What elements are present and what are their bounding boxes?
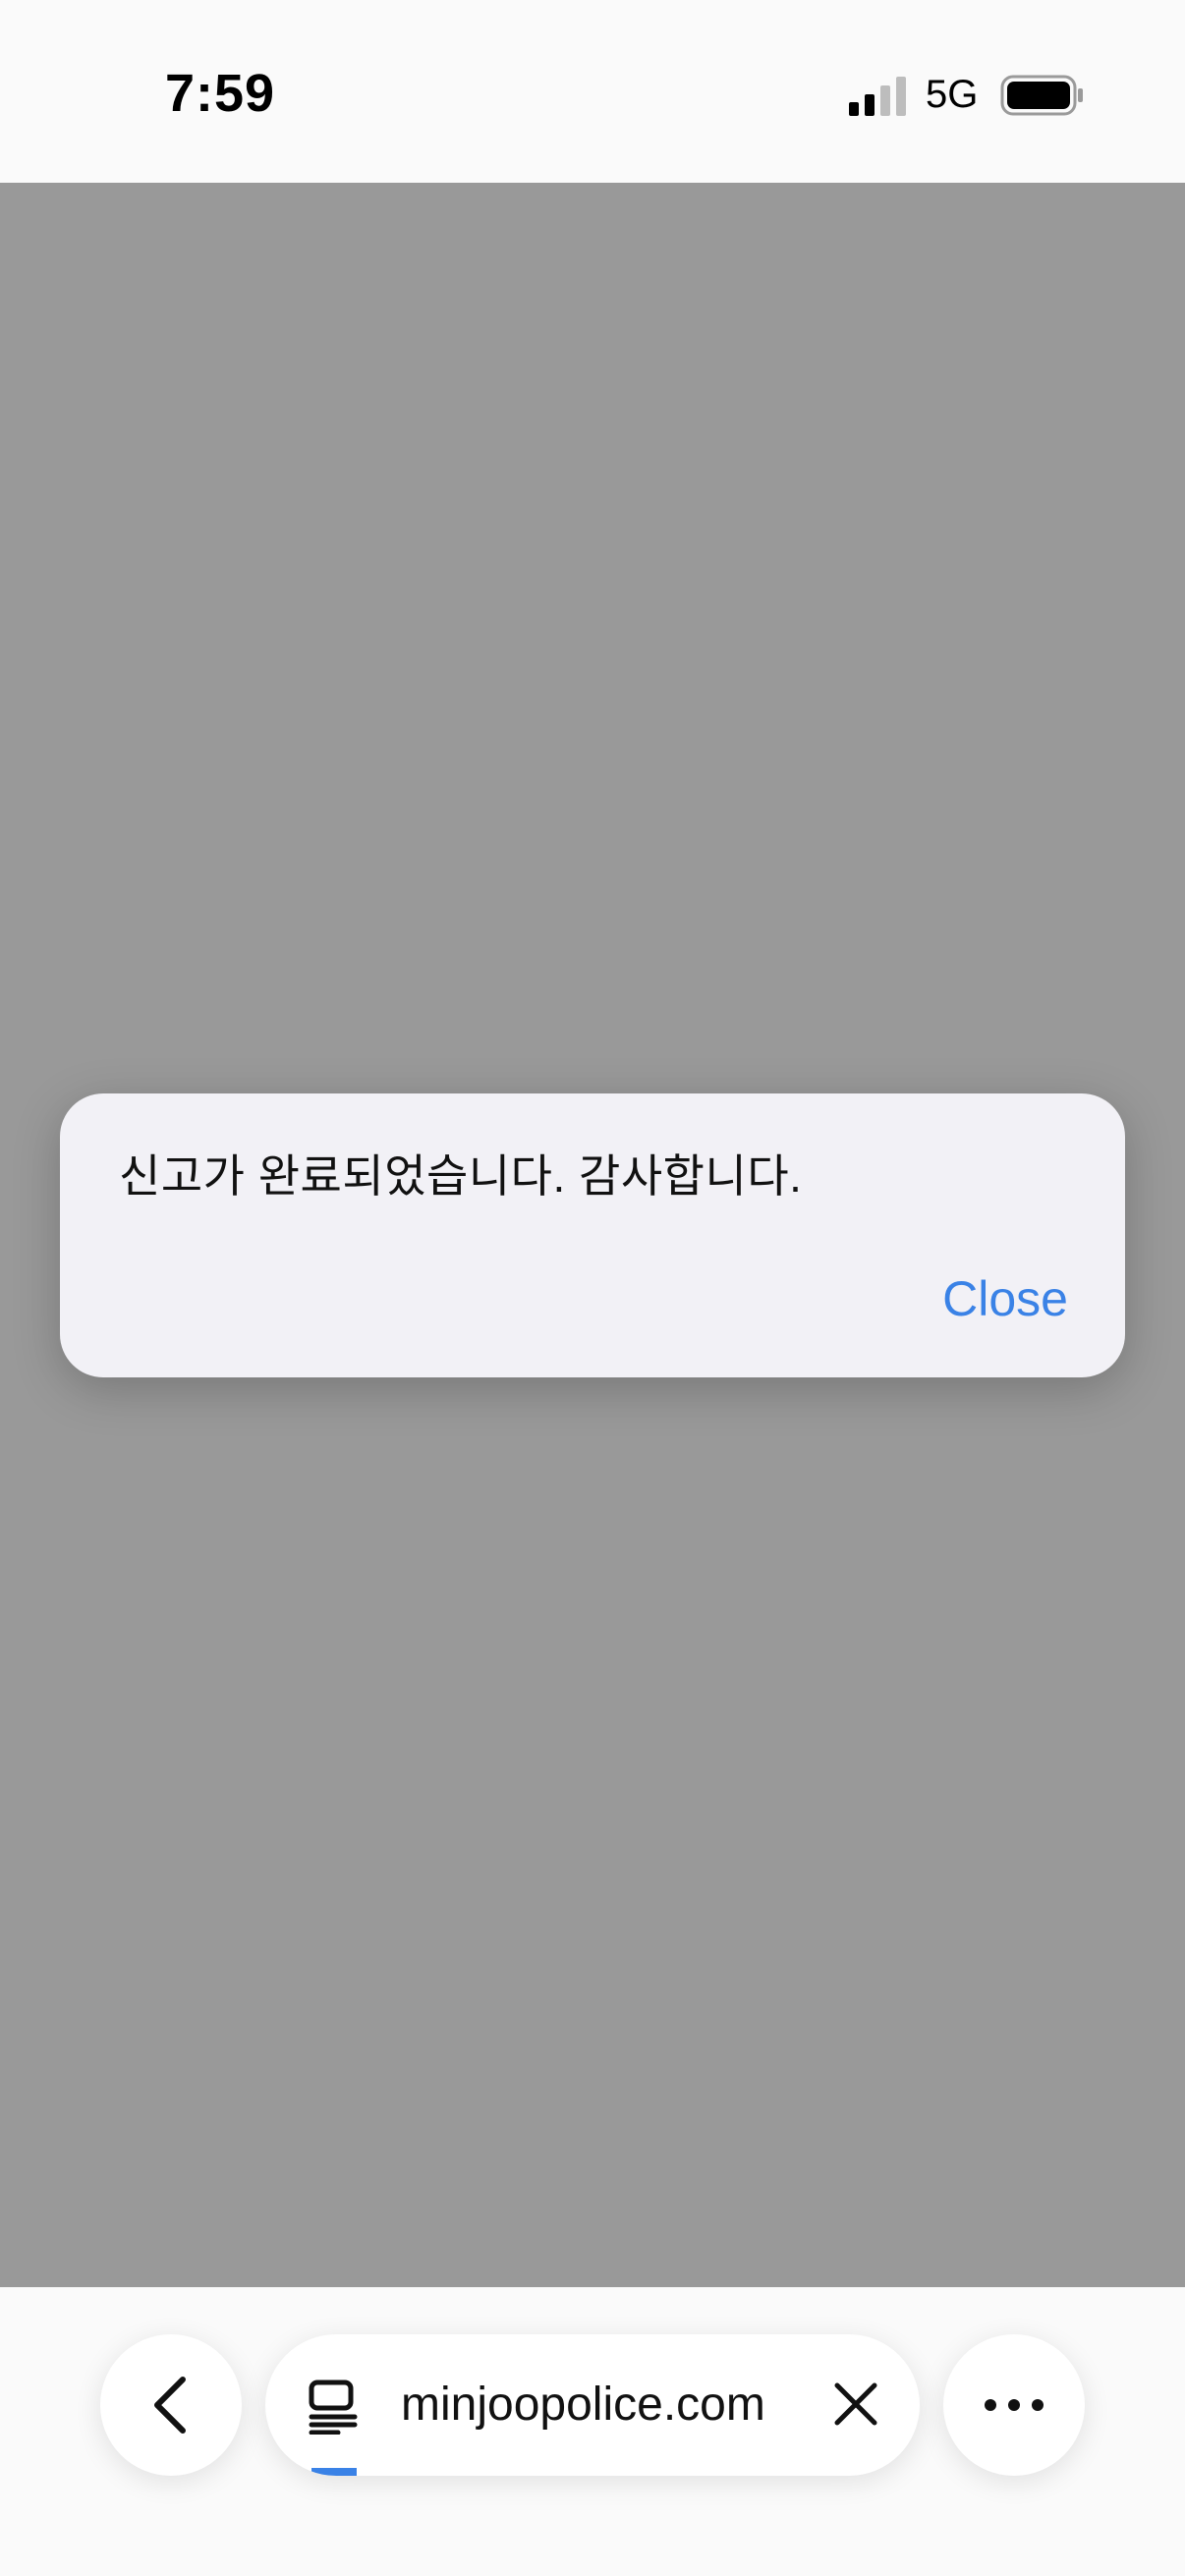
alert-message: 신고가 완료되었습니다. 감사합니다. (119, 1150, 803, 1202)
ellipsis-icon (985, 2399, 1044, 2411)
chevron-left-icon (154, 2377, 186, 2434)
network-type: 5G (926, 73, 979, 116)
url-text: minjoopolice.com (401, 2379, 765, 2431)
cellular-signal-icon (849, 77, 906, 116)
alert-dialog: 신고가 완료되었습니다. 감사합니다. Close (60, 1093, 1125, 1377)
page-load-progress (310, 2468, 358, 2476)
status-bar: 7:59 5G (0, 0, 1185, 183)
status-time: 7:59 (165, 64, 276, 123)
address-bar[interactable]: minjoopolice.com (265, 2334, 920, 2476)
browser-toolbar: minjoopolice.com (0, 2287, 1185, 2576)
back-button[interactable] (100, 2334, 242, 2476)
battery-icon (1000, 75, 1083, 116)
tabs-icon (309, 2380, 358, 2435)
more-button[interactable] (943, 2334, 1085, 2476)
close-icon[interactable] (833, 2381, 878, 2427)
close-button[interactable]: Close (942, 1270, 1068, 1327)
